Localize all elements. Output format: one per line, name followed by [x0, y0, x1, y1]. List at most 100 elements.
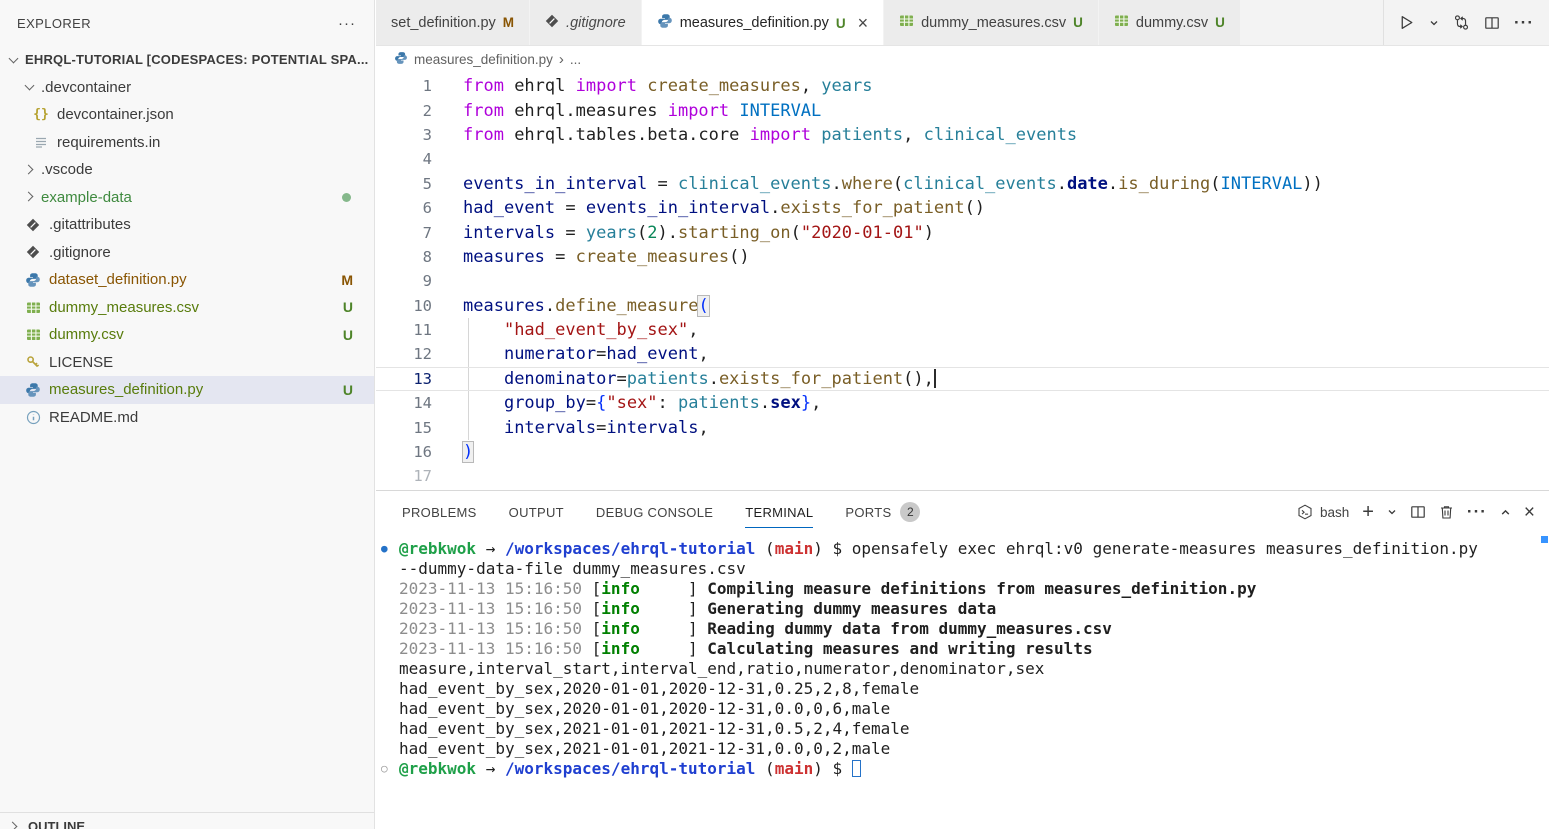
sidebar-item-requirements-in[interactable]: requirements.in [0, 129, 374, 157]
file-label: EHRQL-TUTORIAL [CODESPACES: POTENTIAL SP… [25, 52, 368, 67]
sidebar-item-measures-definition-py[interactable]: measures_definition.pyU [0, 376, 374, 404]
python-icon [24, 272, 42, 288]
terminal-text: @rebkwok [399, 539, 476, 558]
terminal-text: ] [640, 639, 707, 658]
code-token: years [586, 223, 637, 243]
tab-measures-definition-py[interactable]: measures_definition.pyU× [642, 0, 883, 45]
close-icon[interactable]: × [858, 14, 869, 32]
git-status-badge: U [343, 327, 353, 343]
csv-icon [24, 300, 42, 315]
panel-tab-label: PORTS [845, 505, 891, 520]
new-terminal-button[interactable]: + [1362, 502, 1374, 522]
terminal-text: had_event_by_sex,2021-01-01,2021-12-31,0… [399, 739, 890, 758]
sidebar-item-readme-md[interactable]: README.md [0, 404, 374, 432]
chevron-right-icon: › [559, 51, 564, 68]
explorer-title: EXPLORER [17, 16, 91, 31]
tab-gitignore[interactable]: .gitignore [530, 0, 641, 45]
tabs-container: set_definition.pyM .gitignore measures_def… [376, 0, 1383, 45]
terminal-text: ] [640, 599, 707, 618]
terminal[interactable]: ●@rebkwok → /workspaces/ehrql-tutorial (… [376, 533, 1549, 829]
sidebar-item-ehrql-tutorial-codespaces-potential-spa[interactable]: EHRQL-TUTORIAL [CODESPACES: POTENTIAL SP… [0, 46, 374, 74]
git-icon [24, 218, 42, 232]
tab-dummy-csv[interactable]: dummy.csvU [1099, 0, 1240, 45]
terminal-shell-label[interactable]: bash [1320, 505, 1349, 520]
code-token: exists_for_patient [719, 369, 903, 389]
sidebar-item-vscode[interactable]: .vscode [0, 156, 374, 184]
tab-label: dummy.csv [1136, 15, 1208, 31]
panel: PROBLEMS OUTPUT DEBUG CONSOLE TERMINAL PORTS… [376, 490, 1549, 829]
maximize-panel-button[interactable] [1500, 507, 1511, 518]
split-terminal-button[interactable] [1410, 504, 1426, 520]
terminal-text: /workspaces/ehrql-tutorial [505, 539, 755, 558]
terminal-line: 2023-11-13 15:16:50 [info ] Reading dumm… [376, 619, 1549, 639]
terminal-text: had_event_by_sex,2021-01-01,2021-12-31,0… [399, 719, 910, 738]
code-token: had_event [606, 344, 698, 364]
sidebar-item-license[interactable]: LICENSE [0, 349, 374, 377]
code-text: from ehrql import create_measures, years [463, 76, 872, 96]
code-token: clinical_events [903, 174, 1057, 194]
code-token: ( [637, 223, 647, 243]
panel-tab-output[interactable]: OUTPUT [509, 491, 564, 533]
sidebar-item-devcontainer-json[interactable]: {}devcontainer.json [0, 101, 374, 129]
panel-tab-ports[interactable]: PORTS2 [845, 491, 920, 533]
panel-tab-terminal[interactable]: TERMINAL [745, 491, 813, 533]
line-number: 13 [376, 370, 432, 388]
explorer-more-button[interactable]: ··· [338, 15, 356, 32]
sidebar-item-devcontainer[interactable]: .devcontainer [0, 74, 374, 102]
terminal-text: 2023-11-13 15:16:50 [399, 579, 592, 598]
sidebar-item-gitignore[interactable]: .gitignore [0, 239, 374, 267]
tab-set-definition-py[interactable]: set_definition.pyM [376, 0, 529, 45]
tab-label: .gitignore [566, 15, 626, 31]
code-line-7: 7intervals = years(2).starting_on("2020-… [376, 220, 1549, 244]
breadcrumb[interactable]: measures_definition.py › ... [376, 46, 1549, 72]
tab-bar: set_definition.pyM .gitignore measures_def… [376, 0, 1549, 46]
close-panel-button[interactable]: × [1524, 503, 1535, 522]
terminal-line: 2023-11-13 15:16:50 [info ] Generating d… [376, 599, 1549, 619]
code-token: ( [1210, 174, 1220, 194]
sidebar-item-dataset-definition-py[interactable]: dataset_definition.pyM [0, 266, 374, 294]
git-status-badge: M [341, 272, 353, 288]
run-dropdown-button[interactable] [1429, 18, 1439, 28]
panel-tab-debug-console[interactable]: DEBUG CONSOLE [596, 491, 713, 533]
file-label: LICENSE [49, 354, 113, 371]
code-token: : [658, 393, 678, 413]
csv-icon [899, 13, 914, 32]
outline-section[interactable]: OUTLINE [0, 812, 374, 829]
code-token: ) [924, 223, 934, 243]
code-token: . [709, 369, 719, 389]
code-token: patients [627, 369, 709, 389]
line-number: 17 [376, 467, 432, 485]
sidebar-item-dummy-csv[interactable]: dummy.csvU [0, 321, 374, 349]
sidebar-item-gitattributes[interactable]: .gitattributes [0, 211, 374, 239]
split-editor-button[interactable] [1484, 15, 1500, 31]
panel-more-actions-button[interactable]: ··· [1467, 502, 1487, 522]
csv-icon [1114, 13, 1129, 32]
terminal-dropdown-button[interactable] [1387, 507, 1397, 517]
file-label: devcontainer.json [57, 106, 174, 123]
sidebar-item-dummy-measures-csv[interactable]: dummy_measures.csvU [0, 294, 374, 322]
sidebar-item-example-data[interactable]: example-data [0, 184, 374, 212]
code-token: denominator [504, 369, 617, 389]
code-token: clinical_events [924, 125, 1078, 145]
code-token: import [576, 76, 637, 96]
code-editor[interactable]: 1from ehrql import create_measures, year… [376, 72, 1549, 490]
code-token [811, 125, 821, 145]
open-changes-button[interactable] [1453, 14, 1470, 31]
tab-dummy-measures-csv[interactable]: dummy_measures.csvU [884, 0, 1098, 45]
run-python-file-button[interactable] [1398, 14, 1415, 31]
kill-terminal-button[interactable] [1439, 504, 1454, 520]
chevron-right-icon [22, 189, 38, 205]
terminal-text: /workspaces/ehrql-tutorial [505, 759, 755, 778]
breadcrumb-symbol-more[interactable]: ... [570, 52, 581, 67]
panel-tab-problems[interactable]: PROBLEMS [402, 491, 477, 533]
file-tree: EHRQL-TUTORIAL [CODESPACES: POTENTIAL SP… [0, 46, 374, 431]
code-token: , [811, 393, 821, 413]
code-token [463, 418, 504, 438]
terminal-text: ] [640, 579, 707, 598]
tab-label: set_definition.py [391, 15, 496, 31]
terminal-text: → [476, 539, 505, 558]
terminal-text: info [601, 579, 640, 598]
more-editor-actions-button[interactable]: ··· [1514, 13, 1534, 33]
code-token: "2020-01-01" [801, 223, 924, 243]
breadcrumb-file[interactable]: measures_definition.py [414, 52, 553, 67]
